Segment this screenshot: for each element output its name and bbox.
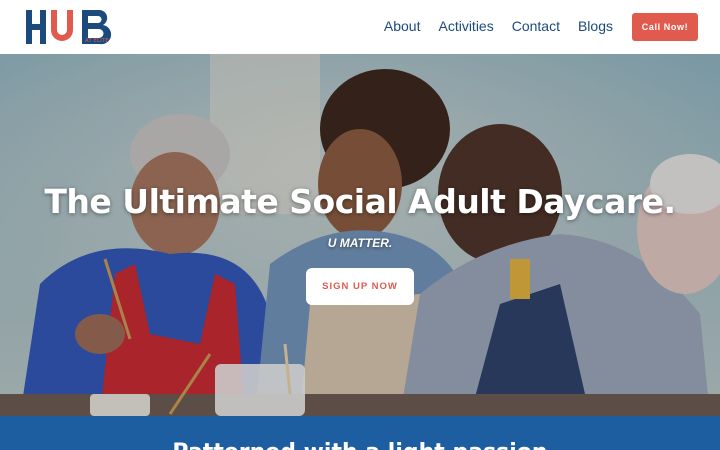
hero-overlay: [0, 54, 720, 416]
hub-logo[interactable]: AT ELITE: [26, 8, 116, 48]
site-header: AT ELITE About Activities Contact Blogs …: [0, 0, 720, 54]
nav-item-blogs[interactable]: Blogs: [578, 18, 613, 34]
hero-subtitle: U MATTER.: [327, 236, 393, 250]
logo-subtext: AT ELITE: [85, 38, 109, 44]
intro-band: Patterned with a light passion: [0, 416, 720, 450]
hero-title: The Ultimate Social Adult Daycare.: [44, 182, 676, 221]
nav-item-about[interactable]: About: [384, 18, 421, 34]
intro-band-heading: Patterned with a light passion: [0, 440, 720, 450]
nav-item-activities[interactable]: Activities: [438, 18, 493, 34]
hero-section: The Ultimate Social Adult Daycare. U MAT…: [0, 54, 720, 416]
call-now-button[interactable]: Call Now!: [632, 13, 698, 41]
sign-up-button[interactable]: SIGN UP NOW: [306, 268, 414, 305]
main-nav: About Activities Contact Blogs: [384, 18, 613, 34]
nav-item-contact[interactable]: Contact: [512, 18, 560, 34]
